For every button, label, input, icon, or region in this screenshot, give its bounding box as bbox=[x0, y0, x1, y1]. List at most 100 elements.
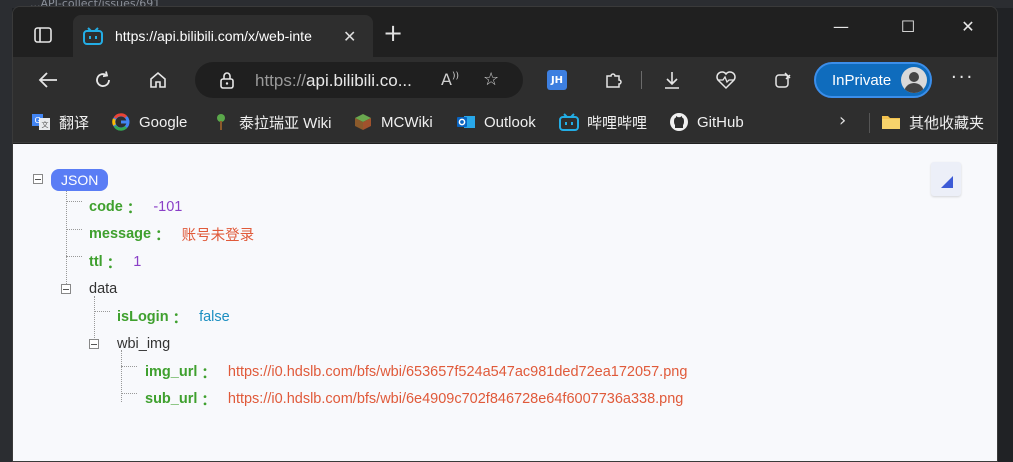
ttl-row: ttl： 1 bbox=[89, 252, 141, 272]
ttl-value: 1 bbox=[133, 254, 142, 270]
collections-icon bbox=[775, 72, 791, 88]
colon: ： bbox=[106, 255, 122, 272]
collapse-wbi-img-toggle[interactable] bbox=[89, 339, 99, 349]
download-icon bbox=[665, 72, 679, 89]
favorites-bar: G文 翻译 Google 泰拉瑞亚 Wiki MCWiki Outlook 哔哩… bbox=[13, 103, 997, 143]
bookmark-label: Outlook bbox=[484, 113, 536, 131]
islogin-value: false bbox=[199, 309, 230, 325]
sub-url-value[interactable]: https://i0.hdslb.com/bfs/wbi/6e4909c702f… bbox=[228, 391, 684, 407]
ttl-key: ttl bbox=[89, 254, 103, 270]
sub-url-key: sub_url bbox=[145, 391, 198, 407]
bookmark-mcwiki[interactable]: MCWiki bbox=[353, 111, 433, 133]
tree-connector bbox=[94, 311, 110, 312]
address-url: https://api.bilibili.co... bbox=[255, 71, 412, 91]
code-value: -101 bbox=[153, 199, 183, 215]
wbi-img-key: wbi_img bbox=[117, 336, 171, 352]
collapse-root-toggle[interactable] bbox=[33, 174, 43, 184]
bookmark-github[interactable]: GitHub bbox=[669, 111, 744, 133]
avatar bbox=[901, 67, 927, 93]
inprivate-button[interactable]: InPrivate bbox=[814, 62, 932, 98]
jsonhero-extension-icon[interactable]: JH bbox=[547, 70, 567, 90]
bilibili-icon bbox=[559, 112, 579, 132]
tab-title: https://api.bilibili.com/x/web-inte bbox=[115, 28, 312, 44]
bookmark-label: GitHub bbox=[697, 113, 744, 131]
lock-icon bbox=[220, 72, 234, 89]
bookmark-google[interactable]: Google bbox=[111, 111, 187, 133]
wbi-img-node[interactable]: wbi_img bbox=[117, 334, 170, 354]
bookmark-label: MCWiki bbox=[381, 113, 433, 131]
colon: ： bbox=[201, 392, 216, 409]
tree-connector bbox=[121, 393, 137, 394]
collapse-data-toggle[interactable] bbox=[61, 284, 71, 294]
img-url-row: img_url： https://i0.hdslb.com/bfs/wbi/65… bbox=[145, 362, 687, 382]
tree-connector bbox=[66, 201, 82, 202]
bookmark-translate[interactable]: G文 翻译 bbox=[31, 111, 89, 133]
bookmark-other-favorites[interactable]: 其他收藏夹 bbox=[881, 111, 984, 133]
islogin-row: isLogin： false bbox=[117, 307, 230, 327]
add-favorite-icon[interactable]: ☆ bbox=[483, 69, 499, 90]
tree-connector bbox=[66, 256, 82, 257]
refresh-icon bbox=[96, 71, 110, 87]
colon: ： bbox=[155, 227, 170, 244]
data-node[interactable]: data bbox=[89, 279, 117, 299]
close-window-button[interactable]: ✕ bbox=[945, 17, 991, 36]
extensions-button[interactable] bbox=[600, 67, 626, 93]
img-url-value[interactable]: https://i0.hdslb.com/bfs/wbi/653657f524a… bbox=[228, 364, 688, 380]
toolbar-separator bbox=[641, 71, 642, 89]
colon: ： bbox=[172, 310, 188, 327]
read-aloud-icon[interactable]: A)) bbox=[441, 70, 459, 89]
bookmark-outlook[interactable]: Outlook bbox=[456, 111, 536, 133]
bookmark-label: 哔哩哔哩 bbox=[587, 114, 648, 132]
img-url-key: img_url bbox=[145, 364, 198, 380]
json-viewer: JSON code： -101 message： 账号未登录 ttl： 1 da… bbox=[13, 144, 997, 461]
heart-pulse-icon bbox=[716, 71, 736, 90]
svg-text:文: 文 bbox=[42, 120, 49, 129]
inprivate-label: InPrivate bbox=[832, 72, 892, 89]
tree-connector bbox=[66, 229, 82, 230]
outlook-icon bbox=[456, 112, 476, 132]
bookmark-label: 翻译 bbox=[59, 114, 90, 132]
address-bar[interactable]: https://api.bilibili.co... A)) ☆ bbox=[195, 62, 523, 98]
settings-more-button[interactable]: ··· bbox=[951, 67, 974, 88]
minimize-button[interactable]: — bbox=[818, 17, 864, 36]
navigation-toolbar: https://api.bilibili.co... A)) ☆ JH InPr… bbox=[13, 57, 997, 103]
tab-strip: https://api.bilibili.com/x/web-inte ✕ + … bbox=[13, 7, 997, 57]
favorites-divider bbox=[869, 113, 870, 133]
bookmark-label: 其他收藏夹 bbox=[909, 114, 985, 132]
tree-connector bbox=[121, 350, 122, 402]
code-key: code bbox=[89, 199, 123, 215]
tree-connector bbox=[66, 188, 67, 288]
tab-actions-icon bbox=[34, 27, 52, 43]
back-arrow-icon bbox=[38, 72, 57, 88]
tab-actions-button[interactable] bbox=[29, 23, 57, 47]
home-button[interactable] bbox=[145, 67, 171, 93]
svg-text:G: G bbox=[35, 116, 41, 125]
terraria-icon bbox=[211, 112, 231, 132]
url-scheme: https:// bbox=[255, 71, 307, 90]
home-icon bbox=[150, 71, 166, 88]
data-key: data bbox=[89, 281, 118, 297]
bilibili-tab-icon bbox=[83, 27, 103, 45]
google-icon bbox=[111, 112, 131, 132]
downloads-button[interactable] bbox=[659, 67, 685, 93]
bookmark-label: 泰拉瑞亚 Wiki bbox=[239, 114, 332, 132]
minecraft-icon bbox=[353, 112, 373, 132]
folder-icon bbox=[881, 112, 901, 132]
translate-icon: G文 bbox=[31, 112, 51, 132]
maximize-button[interactable]: ☐ bbox=[885, 17, 931, 36]
tab-close-button[interactable]: ✕ bbox=[343, 27, 356, 46]
browser-essentials-button[interactable] bbox=[713, 67, 739, 93]
json-root-node[interactable]: JSON bbox=[51, 168, 109, 192]
collections-button[interactable] bbox=[770, 67, 796, 93]
sub-url-row: sub_url： https://i0.hdslb.com/bfs/wbi/6e… bbox=[145, 389, 683, 409]
favorites-overflow-chevron-icon[interactable]: › bbox=[839, 110, 846, 131]
person-icon bbox=[904, 72, 924, 93]
bookmark-bilibili[interactable]: 哔哩哔哩 bbox=[559, 111, 647, 133]
back-button[interactable] bbox=[35, 67, 61, 93]
github-icon bbox=[669, 112, 689, 132]
tab-active[interactable]: https://api.bilibili.com/x/web-inte ✕ bbox=[73, 15, 373, 57]
bookmark-terraria-wiki[interactable]: 泰拉瑞亚 Wiki bbox=[211, 111, 332, 133]
url-host: api.bilibili.co... bbox=[306, 71, 412, 90]
new-tab-button[interactable]: + bbox=[383, 21, 403, 45]
refresh-button[interactable] bbox=[90, 67, 116, 93]
